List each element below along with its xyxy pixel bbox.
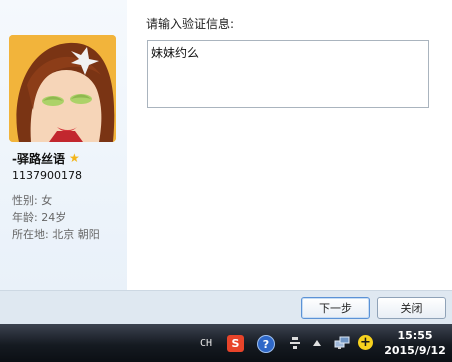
- network-glyph: [334, 336, 350, 349]
- close-button[interactable]: 关闭: [377, 297, 446, 319]
- network-icon[interactable]: [334, 335, 350, 351]
- verify-message-input[interactable]: 妹妹约么: [147, 40, 429, 108]
- profile-sidebar: -驿路丝语 ★ 1137900178 性别: 女 年龄: 24岁 所在地: 北京…: [0, 0, 127, 290]
- clock-date: 2015/9/12: [384, 344, 446, 357]
- gender-info: 性别: 女: [12, 194, 53, 207]
- taskbar: CH S ? + 15:55 2015/9/12: [0, 324, 452, 362]
- up-arrow-icon[interactable]: [312, 335, 322, 351]
- plus-icon[interactable]: +: [358, 335, 373, 350]
- clock-time: 15:55: [397, 329, 433, 342]
- age-info: 年龄: 24岁: [12, 211, 67, 224]
- tray-misc-glyph: [290, 337, 300, 349]
- tray-misc-icon[interactable]: [288, 335, 302, 351]
- clock[interactable]: 15:55 2015/9/12: [382, 328, 448, 358]
- nickname-row: -驿路丝语 ★: [12, 150, 80, 166]
- sogou-icon[interactable]: S: [227, 335, 244, 352]
- avatar-illustration: [9, 35, 116, 142]
- dialog-footer: 下一步 关闭: [0, 290, 452, 325]
- ime-indicator[interactable]: CH: [196, 335, 216, 351]
- up-arrow-glyph: [313, 340, 321, 346]
- star-icon: ★: [68, 151, 80, 165]
- next-button[interactable]: 下一步: [301, 297, 370, 319]
- help-icon[interactable]: ?: [257, 335, 275, 353]
- avatar[interactable]: [9, 35, 116, 142]
- location-info: 所在地: 北京 朝阳: [12, 228, 100, 241]
- verify-prompt: 请输入验证信息:: [146, 17, 235, 31]
- nickname[interactable]: -驿路丝语: [12, 150, 65, 167]
- qq-number: 1137900178: [12, 169, 82, 182]
